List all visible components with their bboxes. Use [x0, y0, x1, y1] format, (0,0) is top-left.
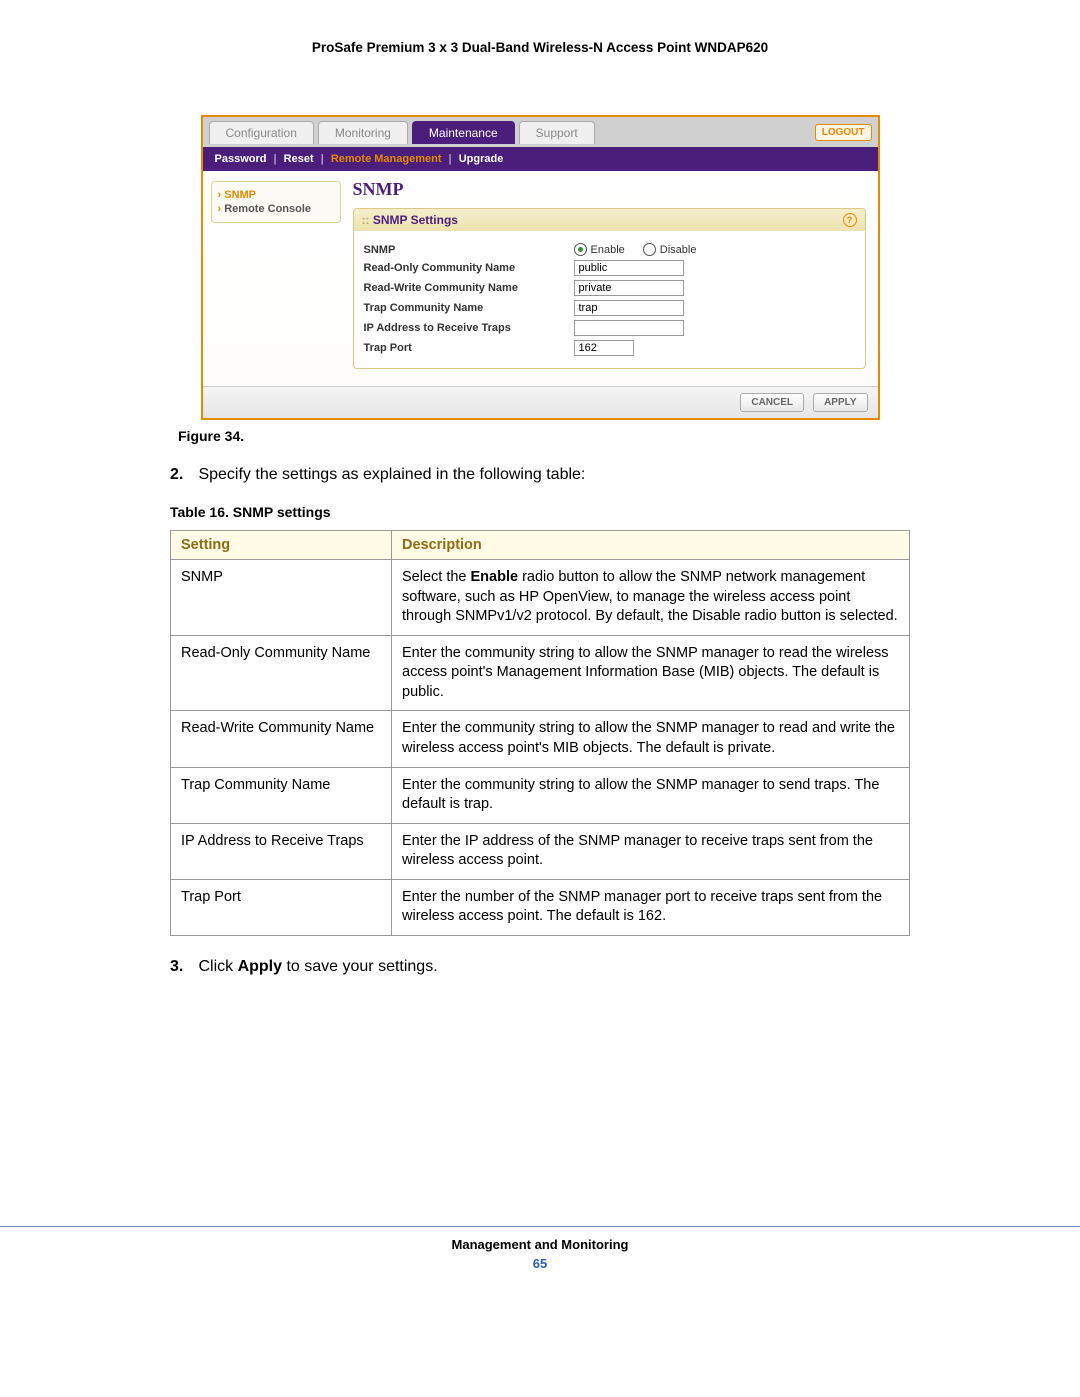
- trap-port-input[interactable]: [574, 340, 634, 356]
- cell-setting: Trap Port: [171, 879, 392, 935]
- sidebar: › SNMP › Remote Console: [203, 171, 349, 386]
- cell-description: Enter the number of the SNMP manager por…: [392, 879, 910, 935]
- field-label-snmp: SNMP: [364, 244, 574, 256]
- cell-setting: IP Address to Receive Traps: [171, 823, 392, 879]
- table-row: IP Address to Receive Traps Enter the IP…: [171, 823, 910, 879]
- tab-maintenance[interactable]: Maintenance: [412, 121, 515, 144]
- cell-description: Enter the community string to allow the …: [392, 711, 910, 767]
- table-caption: Table 16. SNMP settings: [170, 504, 910, 520]
- settings-panel: :: SNMP Settings ? SNMP Enable: [353, 208, 866, 369]
- tab-configuration[interactable]: Configuration: [209, 121, 314, 144]
- step-number: 3.: [170, 958, 194, 976]
- footer-page-number: 65: [0, 1256, 1080, 1271]
- settings-table: Setting Description SNMP Select the Enab…: [170, 530, 910, 936]
- radio-label: Enable: [591, 244, 625, 256]
- panel-title: SNMP: [353, 179, 866, 200]
- col-header-setting: Setting: [171, 531, 392, 560]
- step-text: Specify the settings as explained in the…: [198, 466, 585, 483]
- read-only-community-input[interactable]: [574, 260, 684, 276]
- separator-icon: |: [274, 153, 277, 165]
- step-text: Click Apply to save your settings.: [198, 958, 437, 975]
- panel-head-label: SNMP Settings: [373, 213, 458, 227]
- ip-address-traps-input[interactable]: [574, 320, 684, 336]
- sidebar-item-label: Remote Console: [224, 203, 311, 215]
- cell-setting: Trap Community Name: [171, 767, 392, 823]
- subnav-upgrade[interactable]: Upgrade: [459, 153, 504, 165]
- col-header-description: Description: [392, 531, 910, 560]
- step-2: 2. Specify the settings as explained in …: [170, 466, 910, 484]
- chevron-right-icon: ›: [218, 189, 222, 201]
- cell-setting: Read-Only Community Name: [171, 635, 392, 711]
- sidebar-item-remote-console[interactable]: › Remote Console: [218, 202, 334, 216]
- table-row: SNMP Select the Enable radio button to a…: [171, 560, 910, 636]
- sidebar-item-snmp[interactable]: › SNMP: [218, 188, 334, 202]
- radio-label: Disable: [660, 244, 697, 256]
- panel-dots-icon: ::: [362, 213, 370, 227]
- cell-description: Enter the community string to allow the …: [392, 767, 910, 823]
- cell-description: Enter the IP address of the SNMP manager…: [392, 823, 910, 879]
- sub-nav: Password | Reset | Remote Management | U…: [203, 147, 878, 171]
- radio-disable[interactable]: Disable: [643, 243, 697, 256]
- step-3: 3. Click Apply to save your settings.: [170, 958, 910, 976]
- cell-setting: SNMP: [171, 560, 392, 636]
- subnav-password[interactable]: Password: [215, 153, 267, 165]
- table-row: Trap Community Name Enter the community …: [171, 767, 910, 823]
- trap-community-input[interactable]: [574, 300, 684, 316]
- help-icon[interactable]: ?: [843, 213, 857, 227]
- table-row: Read-Write Community Name Enter the comm…: [171, 711, 910, 767]
- sidebar-item-label: SNMP: [224, 189, 256, 201]
- radio-icon: [574, 243, 587, 256]
- tab-monitoring[interactable]: Monitoring: [318, 121, 408, 144]
- tab-support[interactable]: Support: [519, 121, 595, 144]
- logout-button[interactable]: LOGOUT: [815, 124, 872, 141]
- footer-section-title: Management and Monitoring: [0, 1237, 1080, 1252]
- top-tab-bar: Configuration Monitoring Maintenance Sup…: [203, 117, 878, 147]
- chevron-right-icon: ›: [218, 203, 222, 215]
- cell-description: Select the Enable radio button to allow …: [392, 560, 910, 636]
- step-number: 2.: [170, 466, 194, 484]
- field-label-read-only: Read-Only Community Name: [364, 262, 574, 274]
- radio-icon: [643, 243, 656, 256]
- field-label-read-write: Read-Write Community Name: [364, 282, 574, 294]
- radio-enable[interactable]: Enable: [574, 243, 625, 256]
- cancel-button[interactable]: CANCEL: [740, 393, 804, 412]
- table-row: Trap Port Enter the number of the SNMP m…: [171, 879, 910, 935]
- separator-icon: |: [449, 153, 452, 165]
- action-bar: CANCEL APPLY: [203, 386, 878, 418]
- apply-button[interactable]: APPLY: [813, 393, 867, 412]
- figure-caption: Figure 34.: [162, 428, 918, 444]
- cell-setting: Read-Write Community Name: [171, 711, 392, 767]
- screenshot-container: Configuration Monitoring Maintenance Sup…: [201, 115, 880, 420]
- document-header: ProSafe Premium 3 x 3 Dual-Band Wireless…: [0, 40, 1080, 55]
- read-write-community-input[interactable]: [574, 280, 684, 296]
- table-row: Read-Only Community Name Enter the commu…: [171, 635, 910, 711]
- cell-description: Enter the community string to allow the …: [392, 635, 910, 711]
- field-label-ip-traps: IP Address to Receive Traps: [364, 322, 574, 334]
- separator-icon: |: [321, 153, 324, 165]
- subnav-reset[interactable]: Reset: [284, 153, 314, 165]
- field-label-trap-community: Trap Community Name: [364, 302, 574, 314]
- page-footer: Management and Monitoring 65: [0, 1226, 1080, 1271]
- field-label-trap-port: Trap Port: [364, 342, 574, 354]
- subnav-remote-management[interactable]: Remote Management: [331, 153, 442, 165]
